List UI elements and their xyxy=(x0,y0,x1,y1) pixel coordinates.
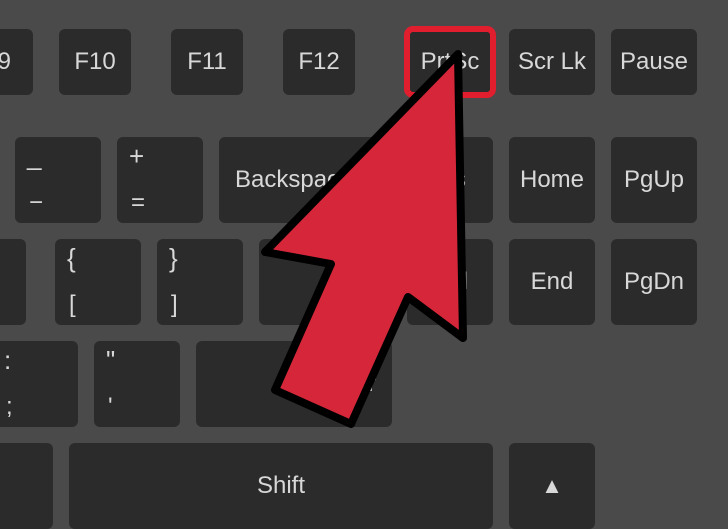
key-label-bot: [ xyxy=(69,293,76,317)
key-slash[interactable]: ? / xyxy=(0,443,53,529)
key-label-bot: = xyxy=(131,191,145,215)
key-backspace[interactable]: Backspace xyxy=(219,137,392,223)
key-end[interactable]: End xyxy=(509,239,595,325)
key-label: Home xyxy=(520,166,584,194)
key-f11[interactable]: F11 xyxy=(171,29,243,95)
key-pgdn[interactable]: PgDn xyxy=(611,239,697,325)
key-f12[interactable]: F12 xyxy=(283,29,355,95)
key-semicolon[interactable]: : ; xyxy=(0,341,78,427)
key-enter[interactable]: ter xyxy=(196,341,392,427)
key-label: Del xyxy=(432,268,468,296)
key-pause[interactable]: Pause xyxy=(611,29,697,95)
key-label-top: " xyxy=(106,347,115,373)
key-pgup[interactable]: PgUp xyxy=(611,137,697,223)
key-f10[interactable]: F10 xyxy=(59,29,131,95)
key-del[interactable]: Del xyxy=(407,239,493,325)
key-p[interactable]: P xyxy=(0,239,26,325)
key-shift[interactable]: Shift xyxy=(69,443,493,529)
key-label: PgUp xyxy=(624,166,684,194)
key-label-top: : xyxy=(4,347,11,373)
key-label: F10 xyxy=(74,48,115,76)
key-rbracket[interactable]: } ] xyxy=(157,239,243,325)
key-home[interactable]: Home xyxy=(509,137,595,223)
key-label-top: + xyxy=(129,143,144,169)
key-label-bot: ' xyxy=(108,395,113,419)
key-label-bot: − xyxy=(29,191,43,215)
key-label: Backspace xyxy=(235,166,352,194)
key-label: End xyxy=(531,268,574,296)
key-f9[interactable]: F9 xyxy=(0,29,33,95)
key-ins[interactable]: Ins xyxy=(407,137,493,223)
key-label-top: _ xyxy=(27,143,41,169)
key-label: Scr Lk xyxy=(518,48,586,76)
key-quote[interactable]: " ' xyxy=(94,341,180,427)
key-label-top: } xyxy=(169,245,178,271)
key-label: F9 xyxy=(0,48,11,76)
key-label: F11 xyxy=(187,48,227,76)
key-scrlk[interactable]: Scr Lk xyxy=(509,29,595,95)
key-label-top: { xyxy=(67,245,76,271)
key-label: PrtSc xyxy=(421,48,480,76)
key-arrow-up[interactable]: ▲ xyxy=(509,443,595,529)
key-minus[interactable]: _ − xyxy=(15,137,101,223)
key-equals[interactable]: + = xyxy=(117,137,203,223)
key-label: F12 xyxy=(298,48,339,76)
key-label: Ins xyxy=(434,166,466,194)
key-label: Pause xyxy=(620,48,688,76)
key-label: Shift xyxy=(257,472,305,500)
key-label: PgDn xyxy=(624,268,684,296)
arrow-up-icon: ▲ xyxy=(541,473,563,499)
key-prtsc[interactable]: PrtSc xyxy=(407,29,493,95)
key-label-bot: ] xyxy=(171,293,178,317)
key-label: ter xyxy=(348,370,376,398)
key-lbracket[interactable]: { [ xyxy=(55,239,141,325)
key-backslash[interactable] xyxy=(259,239,392,325)
key-label-bot: ; xyxy=(6,395,13,419)
keyboard: F9 F10 F11 F12 PrtSc Scr Lk Pause _ − + … xyxy=(0,0,728,521)
